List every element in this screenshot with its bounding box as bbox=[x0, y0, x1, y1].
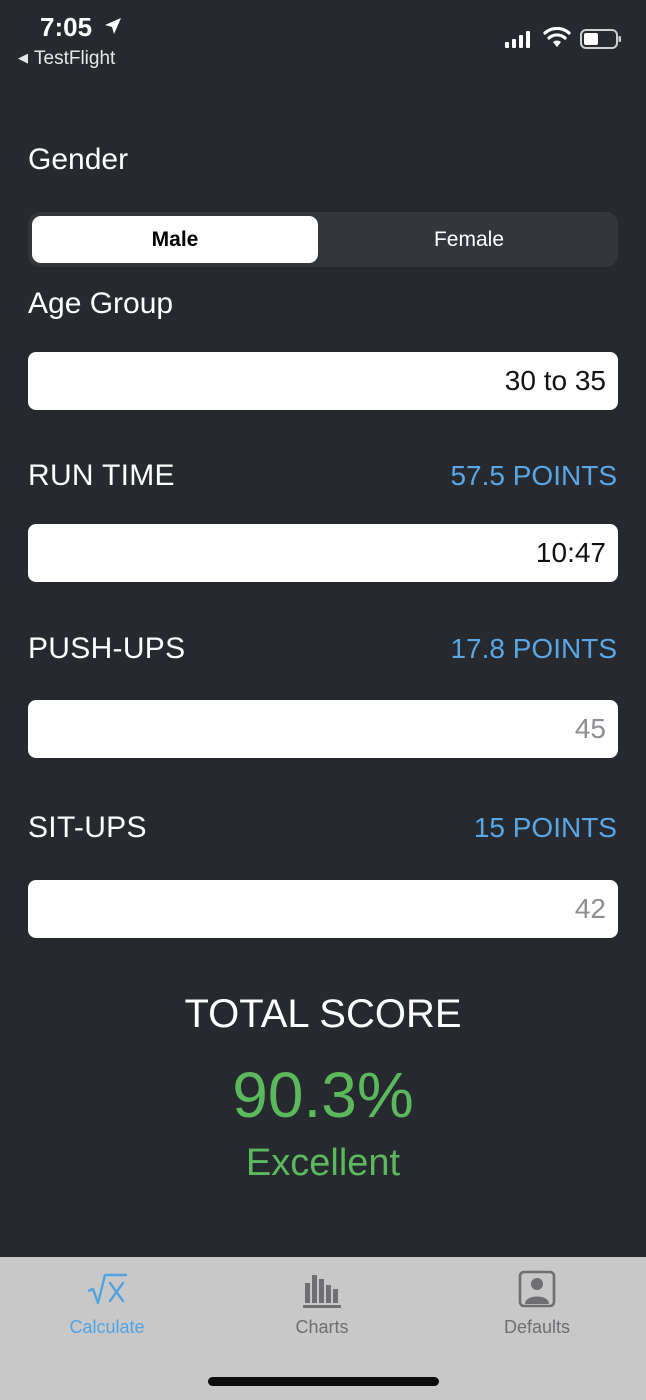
cellular-signal-icon bbox=[505, 31, 530, 48]
push-ups-label: PUSH-UPS bbox=[28, 632, 186, 665]
gender-segmented-control[interactable]: Male Female bbox=[28, 212, 618, 267]
home-indicator bbox=[208, 1377, 439, 1386]
push-ups-placeholder: 45 bbox=[574, 713, 606, 744]
tab-calculate[interactable]: Calculate bbox=[27, 1267, 187, 1338]
sqrt-x-icon bbox=[87, 1273, 127, 1305]
age-group-field[interactable]: 30 to 35 bbox=[28, 352, 618, 410]
back-triangle-icon: ◀ bbox=[18, 50, 28, 65]
age-group-label: Age Group bbox=[28, 287, 174, 320]
tab-calculate-label: Calculate bbox=[69, 1317, 145, 1337]
wifi-icon bbox=[543, 27, 571, 47]
tab-charts[interactable]: Charts bbox=[242, 1267, 402, 1338]
person-frame-icon bbox=[518, 1270, 556, 1308]
total-score-label: TOTAL SCORE bbox=[184, 992, 462, 1036]
sit-ups-placeholder: 42 bbox=[574, 893, 606, 924]
tab-defaults[interactable]: Defaults bbox=[457, 1267, 617, 1338]
status-time: 7:05 bbox=[40, 12, 93, 42]
tab-defaults-label: Defaults bbox=[503, 1317, 571, 1337]
push-ups-points: 17.8 POINTS bbox=[450, 633, 617, 664]
gender-option-female[interactable]: Female bbox=[324, 216, 614, 263]
push-ups-field[interactable]: 45 bbox=[28, 700, 618, 758]
sit-ups-label: SIT-UPS bbox=[28, 811, 147, 844]
run-time-points: 57.5 POINTS bbox=[450, 460, 617, 491]
total-score-value: 90.3% bbox=[232, 1059, 414, 1131]
run-time-label: RUN TIME bbox=[28, 459, 175, 492]
run-time-value: 10:47 bbox=[535, 537, 606, 568]
battery-icon bbox=[580, 29, 621, 49]
sit-ups-points: 15 POINTS bbox=[473, 812, 617, 843]
tab-charts-label: Charts bbox=[295, 1317, 349, 1337]
run-time-field[interactable]: 10:47 bbox=[28, 524, 618, 582]
total-score-rating: Excellent bbox=[245, 1142, 401, 1184]
back-to-testflight-link[interactable]: ◀ TestFlight bbox=[18, 48, 115, 70]
back-app-label: TestFlight bbox=[34, 48, 116, 69]
gender-label: Gender bbox=[28, 143, 129, 176]
bar-chart-icon bbox=[303, 1275, 341, 1308]
location-arrow-icon bbox=[105, 18, 121, 34]
gender-option-male[interactable]: Male bbox=[32, 216, 318, 263]
sit-ups-field[interactable]: 42 bbox=[28, 880, 618, 938]
age-group-value: 30 to 35 bbox=[504, 365, 606, 396]
